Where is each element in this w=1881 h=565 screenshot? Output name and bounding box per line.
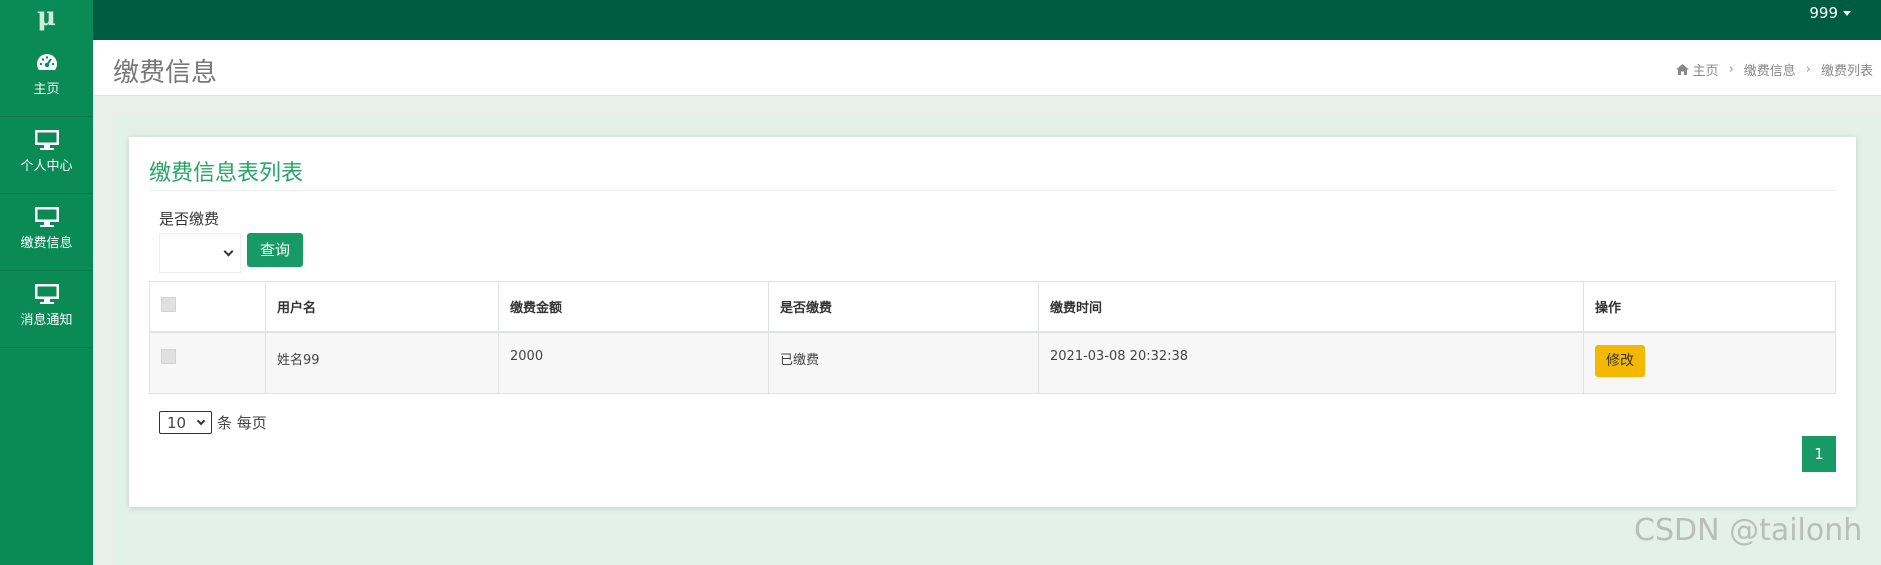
sidebar-item-label: 缴费信息 [20,236,73,251]
table-row: 姓名99 2000 已缴费 2021-03-08 20:32:38 修改 [149,331,1836,394]
monitor-icon [34,207,59,227]
page-header: 缴费信息 主页 › 缴费信息 › 缴费列表 [93,40,1881,96]
card-title: 缴费信息表列表 [149,161,304,186]
user-name: 999 [1809,4,1838,22]
select-all-checkbox[interactable] [161,296,176,312]
table-header-row: 用户名 缴费金额 是否缴费 缴费时间 操作 [149,281,1836,333]
divider [149,190,1836,191]
page-size-select[interactable]: 10 [159,411,212,434]
chevron-right-icon: › [1805,62,1811,77]
monitor-icon [34,130,59,150]
cell-amount: 2000 [498,331,769,394]
chevron-down-icon [196,416,206,425]
sidebar: 主页 个人中心 缴费信息 消息通知 [0,40,93,565]
sidebar-item-label: 消息通知 [20,313,73,328]
sidebar-item-home[interactable]: 主页 [0,40,93,117]
app-logo: μ [0,0,93,40]
cell-actions: 修改 [1583,331,1836,394]
page-size-suffix: 条 每页 [217,414,267,432]
column-header: 是否缴费 [768,281,1039,333]
chevron-down-icon [223,246,234,256]
chevron-right-icon: › [1728,62,1734,77]
home-icon [1675,64,1689,75]
row-select-cell [149,331,266,394]
sidebar-item-profile[interactable]: 个人中心 [0,117,93,194]
breadcrumb-home[interactable]: 主页 [1693,60,1719,79]
pagination-page-1[interactable]: 1 [1802,436,1836,472]
monitor-icon [34,284,59,304]
paid-status-select[interactable] [159,233,241,273]
cell-payment-time: 2021-03-08 20:32:38 [1038,331,1584,394]
filter-label: 是否缴费 [159,210,220,228]
column-header: 用户名 [265,281,499,333]
sidebar-item-payment[interactable]: 缴费信息 [0,194,93,271]
column-header: 缴费金额 [498,281,769,333]
column-header: 缴费时间 [1038,281,1584,333]
sidebar-item-label: 主页 [33,82,60,97]
row-checkbox[interactable] [161,348,176,364]
cell-paid-status: 已缴费 [768,331,1039,394]
payment-table: 用户名 缴费金额 是否缴费 缴费时间 操作 姓名99 2000 已缴费 2021… [149,281,1836,394]
cell-username: 姓名99 [265,331,499,394]
edit-button[interactable]: 修改 [1595,344,1645,377]
breadcrumb-current: 缴费列表 [1820,64,1873,79]
sidebar-item-notifications[interactable]: 消息通知 [0,271,93,348]
select-all-cell [149,281,266,333]
sidebar-item-label: 个人中心 [20,159,73,174]
watermark: CSDN @tailonh [1634,513,1863,548]
caret-down-icon [1843,11,1851,16]
list-card: 缴费信息表列表 是否缴费 查询 用户名 缴费金额 是否缴费 缴费时间 操作 姓名… [129,137,1856,507]
user-menu[interactable]: 999 [1809,4,1851,22]
column-header: 操作 [1583,281,1836,333]
query-button[interactable]: 查询 [247,233,303,267]
top-bar: μ 999 [0,0,1881,40]
dashboard-icon [36,54,57,70]
page-title: 缴费信息 [113,58,218,88]
breadcrumb: 主页 › 缴费信息 › 缴费列表 [1675,60,1873,79]
page-size-value: 10 [167,413,187,432]
breadcrumb-payment[interactable]: 缴费信息 [1744,60,1796,79]
page-size-control: 10 条 每页 [159,411,267,434]
